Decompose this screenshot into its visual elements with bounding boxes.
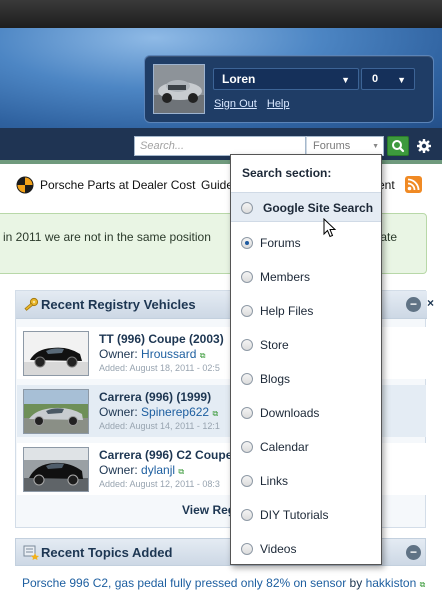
vehicle-title-link[interactable]: Carrera (996) (1999) (99, 390, 211, 404)
search-option-blogs[interactable]: Blogs (231, 364, 381, 394)
gear-icon[interactable] (414, 136, 434, 156)
top-strip (0, 0, 442, 28)
notification-count-dropdown[interactable]: 0 ▼ (361, 68, 415, 90)
user-links: Sign Out Help (214, 98, 297, 110)
username: Loren (222, 72, 256, 86)
search-option-diy-tutorials[interactable]: DIY Tutorials (231, 500, 381, 530)
radio-button[interactable] (241, 373, 253, 385)
owner-link[interactable]: dylanjl (141, 463, 175, 477)
search-option-help-files[interactable]: Help Files (231, 296, 381, 326)
radio-button[interactable] (241, 441, 253, 453)
search-option-label: Help Files (260, 304, 314, 318)
search-section-select[interactable]: Forums ▼ (306, 136, 384, 156)
vehicle-title-link[interactable]: TT (996) Coupe (2003) (99, 332, 224, 346)
vehicle-owner: Owner: Hroussard ⧉ (99, 347, 206, 361)
search-option-label: Forums (260, 236, 301, 250)
vehicle-added-date: Added: August 18, 2011 - 02:5 (99, 363, 220, 373)
vehicle-owner: Owner: dylanjl ⧉ (99, 463, 185, 477)
radio-button[interactable] (241, 407, 253, 419)
parts-link[interactable]: Porsche Parts at Dealer Cost (40, 178, 195, 192)
search-option-label: DIY Tutorials (260, 508, 329, 522)
mouse-cursor-icon (323, 218, 337, 238)
site-header: Loren ▼ 0 ▼ Sign Out Help (0, 28, 442, 128)
topic-author-link[interactable]: hakkiston (366, 576, 417, 590)
search-option-label: Videos (260, 542, 297, 556)
help-link[interactable]: Help (267, 98, 290, 110)
vehicle-owner: Owner: Spinerep622 ⧉ (99, 405, 219, 419)
radio-button[interactable] (241, 339, 253, 351)
search-option-calendar[interactable]: Calendar (231, 432, 381, 462)
search-option-label: Links (260, 474, 289, 488)
search-option-google-site-search[interactable]: Google Site Search (231, 192, 381, 222)
key-icon (24, 297, 39, 311)
search-option-videos[interactable]: Videos (231, 534, 381, 564)
rss-icon[interactable] (405, 176, 422, 193)
search-option-label: Google Site Search (263, 201, 374, 215)
notification-count: 0 (372, 73, 379, 85)
topic-by-label: by (349, 576, 363, 590)
radio-button[interactable] (241, 543, 253, 555)
registry-block-title: Recent Registry Vehicles (41, 297, 196, 312)
search-option-label: Blogs (260, 372, 291, 386)
search-option-links[interactable]: Links (231, 466, 381, 496)
vehicle-added-date: Added: August 12, 2011 - 08:3 (99, 479, 220, 489)
radio-button[interactable] (241, 509, 253, 521)
topic-title-link[interactable]: Porsche 996 C2, gas pedal fully pressed … (22, 576, 346, 590)
vehicle-added-date: Added: August 14, 2011 - 12:1 (99, 421, 220, 431)
vehicle-thumbnail[interactable] (23, 331, 89, 376)
user-panel: Loren ▼ 0 ▼ Sign Out Help (144, 55, 434, 123)
search-input[interactable]: Search... (134, 136, 306, 156)
guide-link[interactable]: Guide (201, 178, 233, 192)
search-option-label: Downloads (260, 406, 320, 420)
collapse-icon[interactable]: − (406, 297, 421, 312)
external-link-icon[interactable]: ⧉ (420, 580, 426, 589)
vehicle-title-link[interactable]: Carrera (996) C2 Coupe (99, 448, 232, 462)
radio-button[interactable] (241, 271, 253, 283)
user-menu-dropdown[interactable]: Loren ▼ (213, 68, 359, 90)
search-option-downloads[interactable]: Downloads (231, 398, 381, 428)
search-button[interactable] (387, 136, 409, 156)
owner-link[interactable]: Spinerep622 (141, 405, 209, 419)
external-link-icon[interactable]: ⧉ (200, 351, 206, 360)
announcement-text: in 2011 we are not in the same position (3, 230, 211, 244)
external-link-icon[interactable]: ⧉ (212, 409, 218, 418)
search-option-label: Members (260, 270, 311, 284)
parts-logo-icon (16, 176, 34, 194)
chevron-down-icon: ▼ (341, 75, 350, 85)
chevron-down-icon: ▼ (397, 75, 406, 85)
search-option-label: Calendar (260, 440, 309, 454)
sign-out-link[interactable]: Sign Out (214, 98, 257, 110)
radio-button[interactable] (241, 305, 253, 317)
view-registry-link[interactable]: View Reg (182, 503, 235, 517)
search-option-forums[interactable]: Forums (231, 228, 381, 258)
radio-button[interactable] (241, 237, 253, 249)
close-icon[interactable]: × (427, 296, 434, 310)
search-option-store[interactable]: Store (231, 330, 381, 360)
topics-block-title: Recent Topics Added (41, 545, 173, 560)
radio-button[interactable] (241, 475, 253, 487)
owner-link[interactable]: Hroussard (141, 347, 196, 361)
search-option-members[interactable]: Members (231, 262, 381, 292)
vehicle-thumbnail[interactable] (23, 389, 89, 434)
external-link-icon[interactable]: ⧉ (178, 467, 184, 476)
chevron-down-icon: ▼ (372, 143, 379, 150)
collapse-icon[interactable]: − (406, 545, 421, 560)
search-option-label: Store (260, 338, 289, 352)
avatar[interactable] (153, 64, 205, 114)
new-topic-icon (23, 545, 39, 560)
search-section-value: Forums (313, 140, 351, 152)
topic-item: Porsche 996 C2, gas pedal fully pressed … (22, 576, 425, 590)
search-section-dropdown: Search section: Google Site Search Forum… (230, 154, 382, 565)
radio-button[interactable] (241, 202, 253, 214)
vehicle-thumbnail[interactable] (23, 447, 89, 492)
dropdown-header: Search section: (242, 166, 332, 180)
search-icon (392, 140, 405, 153)
